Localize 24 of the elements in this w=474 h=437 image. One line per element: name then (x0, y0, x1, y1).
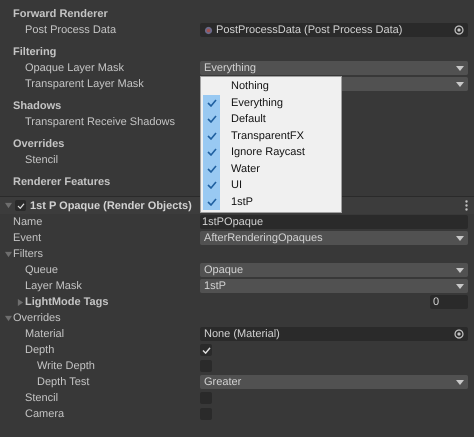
field-label: Camera (25, 408, 64, 420)
field-label: Depth (25, 344, 54, 356)
field-label: Depth Test (37, 376, 90, 388)
section-header: Renderer Features (13, 176, 110, 188)
field-label: Opaque Layer Mask (25, 62, 124, 74)
field-label: Name (13, 216, 42, 228)
field-label: Material (25, 328, 64, 340)
field-label: Event (13, 232, 42, 244)
field-label: Overrides (13, 312, 61, 324)
field-label: Stencil (25, 392, 58, 404)
field-label: Queue (25, 264, 58, 276)
section-header: Filtering (13, 46, 56, 58)
field-label: Post Process Data (25, 24, 116, 36)
section-header: Overrides (13, 138, 64, 150)
field-label: Transparent Receive Shadows (25, 116, 176, 128)
section-header: Forward Renderer (13, 8, 108, 20)
field-label: Stencil (25, 154, 58, 166)
field-label: LightMode Tags (25, 296, 109, 308)
field-label: Write Depth (37, 360, 95, 372)
field-label: Transparent Layer Mask (25, 78, 144, 90)
field-label: Filters (13, 248, 43, 260)
field-label: Layer Mask (25, 280, 82, 292)
feature-title: 1st P Opaque (Render Objects) (30, 200, 192, 212)
section-header: Shadows (13, 100, 62, 112)
